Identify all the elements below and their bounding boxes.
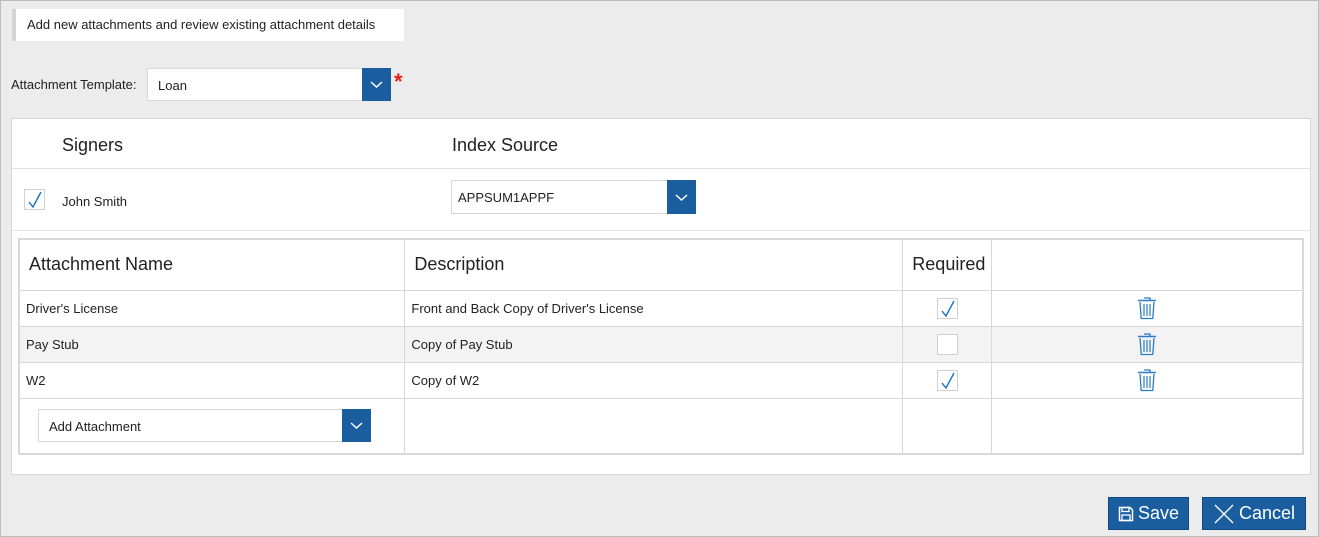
actions-cell [991,289,1304,327]
required-checkbox[interactable] [936,333,958,355]
signers-header: Signers [62,135,124,155]
attachment-template-select[interactable]: Loan [147,68,391,101]
column-header-required: Required [902,238,993,291]
signer-name: John Smith [62,194,128,209]
column-header-description: Description [404,238,904,291]
empty-cell [404,397,904,455]
table-row: Pay Stub Copy of Pay Stub [18,325,1304,363]
signers-header-row: Signers Index Source [12,119,1310,169]
attachment-name-cell: W2 [18,361,406,399]
page-title: Add new attachments and review existing … [27,17,376,32]
attachment-template-value: Loan [158,78,187,93]
add-attachment-cell: Add Attachment [18,397,406,455]
cancel-button[interactable]: Cancel [1202,497,1306,530]
required-checkbox[interactable] [936,297,958,319]
floppy-disk-icon [1118,506,1134,521]
chevron-down-icon [370,81,383,88]
attachments-table: Attachment Name Description Required Dri… [18,238,1304,455]
actions-cell [991,361,1304,399]
chevron-down-icon [350,422,363,430]
required-marker: * [394,69,403,94]
save-button[interactable]: Save [1108,497,1189,530]
page-header-tab: Add new attachments and review existing … [12,9,404,41]
required-cell [902,361,993,399]
index-source-header: Index Source [452,135,559,155]
attachment-name-cell: Driver's License [18,289,406,327]
attachment-template-dropdown-button[interactable] [362,68,391,101]
trash-icon[interactable] [1137,296,1157,320]
close-icon [1214,504,1234,523]
chevron-down-icon [675,193,688,201]
column-header-actions [991,238,1304,291]
required-cell [902,325,993,363]
table-row: Driver's License Front and Back Copy of … [18,289,1304,327]
empty-cell [991,397,1304,455]
attachment-name-cell: Pay Stub [18,325,406,363]
add-attachment-select[interactable]: Add Attachment [38,409,371,443]
required-checkbox[interactable] [936,369,958,391]
required-cell [902,289,993,327]
cancel-button-label: Cancel [1238,503,1296,523]
attachment-description-cell: Front and Back Copy of Driver's License [404,289,904,327]
add-attachment-placeholder: Add Attachment [49,419,141,435]
add-attachment-row: Add Attachment [18,397,1304,455]
add-attachment-dropdown-button[interactable] [342,409,371,443]
page-frame: Add new attachments and review existing … [0,0,1319,537]
trash-icon[interactable] [1137,368,1157,392]
index-source-select[interactable]: APPSUM1APPF [451,180,696,214]
trash-icon[interactable] [1137,332,1157,356]
index-source-value: APPSUM1APPF [458,190,555,205]
checkmark-icon [941,300,955,317]
attachment-template-label: Attachment Template: [11,77,137,92]
signer-checkbox[interactable] [24,189,45,210]
table-row: W2 Copy of W2 [18,361,1304,399]
attachment-description-cell: Copy of W2 [404,361,904,399]
save-button-label: Save [1137,503,1180,523]
column-header-attachment-name: Attachment Name [18,238,406,291]
table-header-row: Attachment Name Description Required [18,238,1304,291]
signer-row: John Smith APPSUM1APPF [12,169,1310,231]
actions-cell [991,325,1304,363]
checkmark-icon [28,191,42,209]
attachment-description-cell: Copy of Pay Stub [404,325,904,363]
checkmark-icon [941,372,955,389]
index-source-dropdown-button[interactable] [667,180,696,214]
attachments-panel: Signers Index Source John Smith APPSUM1A… [11,118,1311,475]
empty-cell [902,397,993,455]
